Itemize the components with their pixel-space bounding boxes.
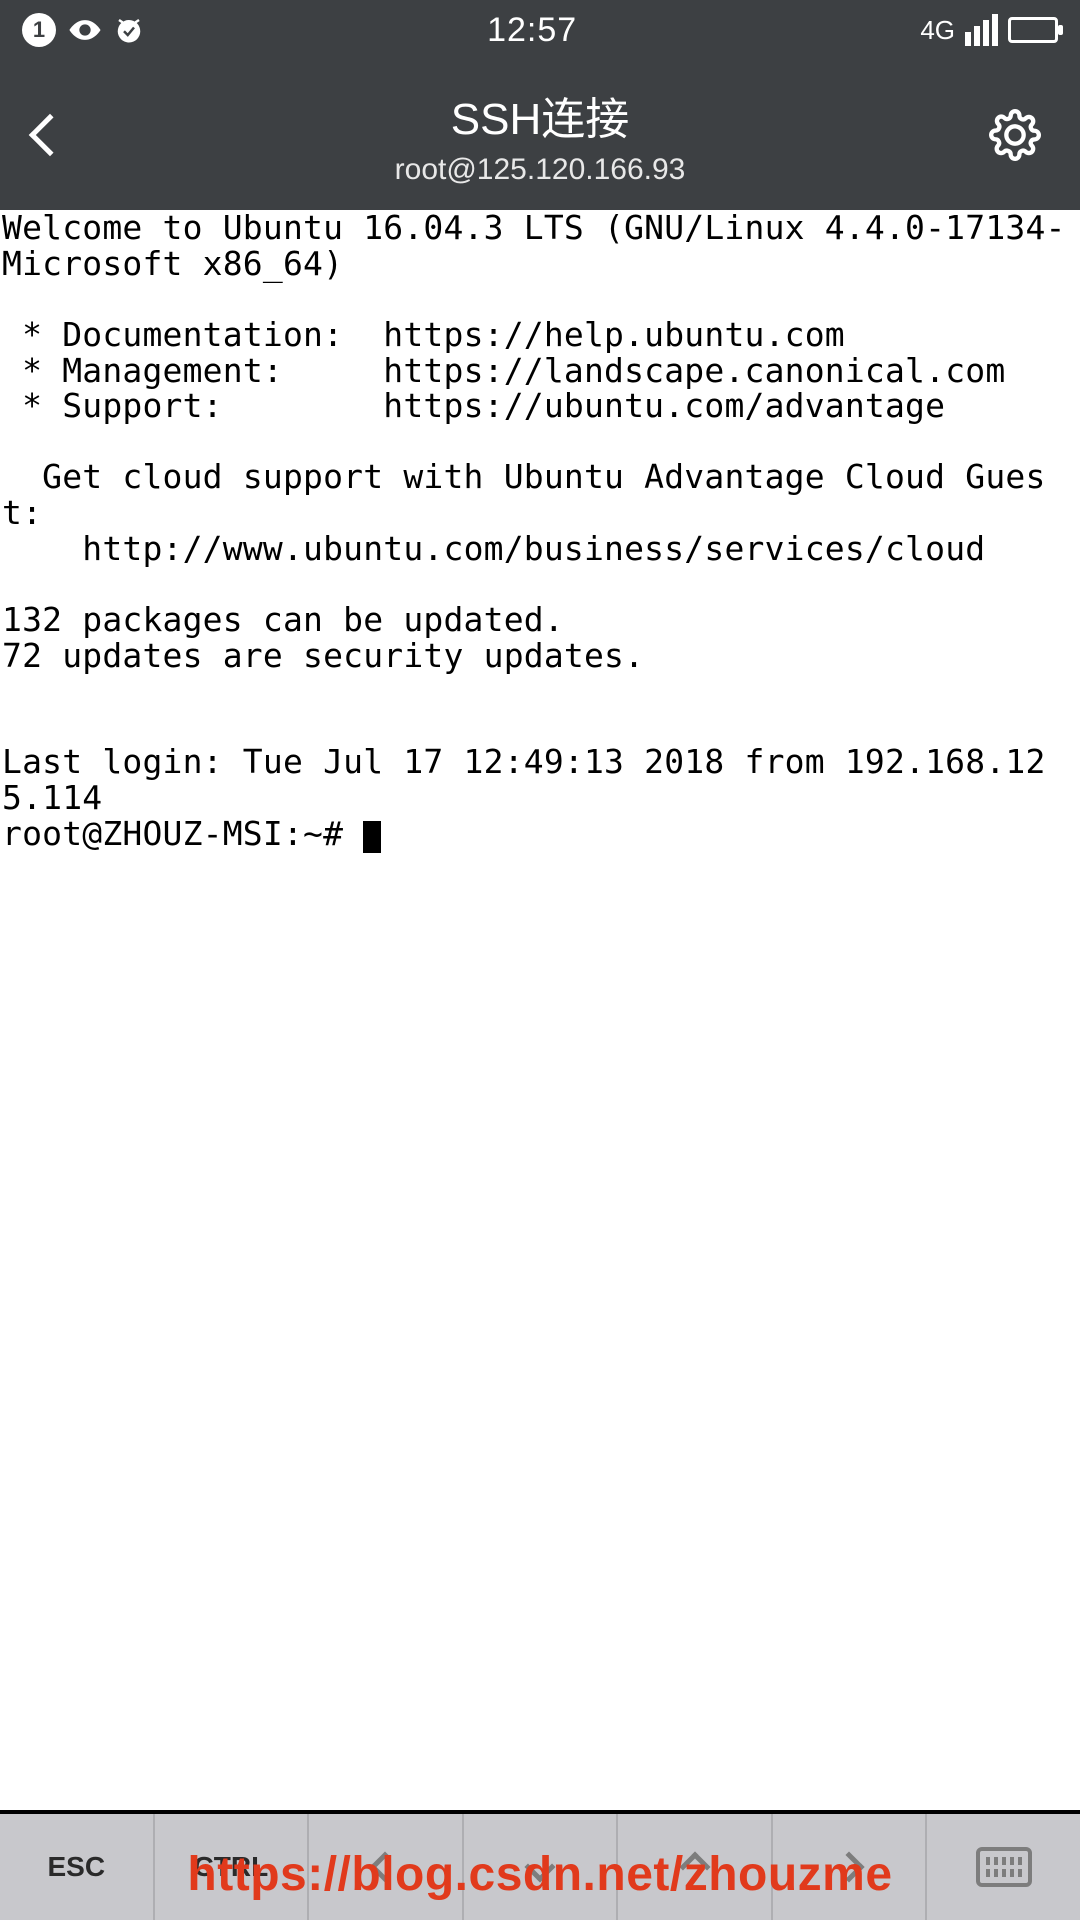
ctrl-key[interactable]: CTRL bbox=[155, 1814, 310, 1920]
chevron-left-icon bbox=[29, 114, 71, 156]
esc-key-label: ESC bbox=[48, 1851, 106, 1883]
cursor-icon bbox=[363, 821, 381, 853]
connection-subtitle: root@125.120.166.93 bbox=[0, 153, 1080, 187]
keyboard-icon bbox=[976, 1847, 1032, 1887]
signal-bars-icon bbox=[965, 14, 998, 46]
esc-key[interactable]: ESC bbox=[0, 1814, 155, 1920]
status-right-cluster: 4G bbox=[920, 14, 1058, 46]
terminal-text: Welcome to Ubuntu 16.04.3 LTS (GNU/Linux… bbox=[2, 208, 1066, 817]
ctrl-key-label: CTRL bbox=[194, 1851, 269, 1883]
status-time: 12:57 bbox=[487, 11, 577, 50]
arrow-left-key[interactable] bbox=[309, 1814, 464, 1920]
arrow-right-key[interactable] bbox=[773, 1814, 928, 1920]
page-title: SSH连接 bbox=[0, 83, 1080, 147]
eye-icon bbox=[68, 13, 102, 47]
arrow-down-key[interactable] bbox=[464, 1814, 619, 1920]
status-bar: 1 12:57 4G bbox=[0, 0, 1080, 60]
gear-icon bbox=[989, 109, 1041, 161]
settings-button[interactable] bbox=[970, 60, 1060, 210]
app-header: SSH连接 root@125.120.166.93 bbox=[0, 60, 1080, 210]
network-label: 4G bbox=[920, 15, 955, 46]
arrow-up-icon bbox=[679, 1851, 710, 1882]
back-button[interactable] bbox=[0, 60, 100, 210]
arrow-up-key[interactable] bbox=[618, 1814, 773, 1920]
arrow-down-icon bbox=[524, 1851, 555, 1882]
notification-badge: 1 bbox=[22, 13, 56, 47]
status-left-cluster: 1 bbox=[22, 13, 144, 47]
toggle-keyboard-key[interactable] bbox=[927, 1814, 1080, 1920]
alarm-check-icon bbox=[114, 15, 144, 45]
arrow-right-icon bbox=[834, 1851, 865, 1882]
shell-prompt: root@ZHOUZ-MSI:~# bbox=[2, 814, 363, 853]
extra-key-row: ESC CTRL bbox=[0, 1810, 1080, 1920]
terminal-output[interactable]: Welcome to Ubuntu 16.04.3 LTS (GNU/Linux… bbox=[0, 210, 1080, 1810]
arrow-left-icon bbox=[370, 1851, 401, 1882]
battery-icon bbox=[1008, 17, 1058, 43]
